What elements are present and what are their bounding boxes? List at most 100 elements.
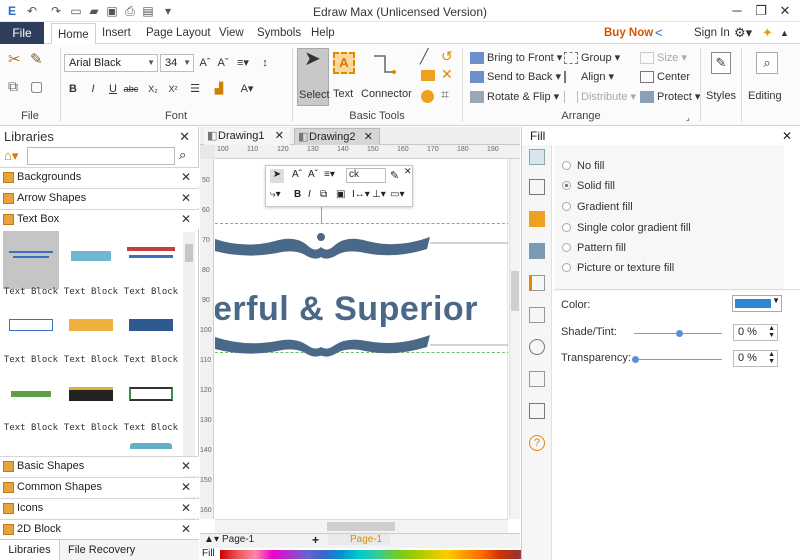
text-block-thumb[interactable] — [3, 301, 59, 359]
position-icon[interactable]: ⊥▾ — [372, 189, 386, 200]
styles-button[interactable]: ✎ Styles — [703, 48, 739, 108]
tab-page-layout[interactable]: Page Layout — [146, 22, 211, 44]
minimize-button[interactable]: ─ — [726, 2, 748, 20]
send-to-back-button[interactable]: Send to Back ▾ — [470, 69, 561, 85]
line-tool-icon[interactable]: ╱ — [420, 48, 428, 64]
fill-option-solid-fill[interactable]: Solid fill — [562, 180, 615, 192]
italic-button[interactable]: I — [84, 81, 102, 97]
fill-option-single-color-gradient[interactable]: Single color gradient fill — [562, 222, 691, 234]
format-painter-icon[interactable]: ✎ — [390, 169, 399, 182]
shade-tint-slider[interactable] — [634, 330, 722, 337]
text-block-thumb[interactable] — [123, 371, 179, 429]
category-2d-block[interactable]: 2D Block ✕ — [0, 519, 199, 539]
align-menu-icon[interactable]: ≡▾ — [234, 55, 252, 71]
transparency-slider[interactable] — [632, 356, 722, 363]
crop-tool-icon[interactable]: ⌗ — [441, 86, 449, 102]
library-search-input[interactable] — [27, 147, 175, 165]
text-spacing-icon[interactable]: ↕ — [256, 55, 274, 71]
scrollbar-thumb[interactable] — [185, 244, 193, 262]
close-category-icon[interactable]: ✕ — [181, 480, 191, 494]
paste-icon[interactable]: ▢ — [30, 78, 43, 94]
fill-option-pattern-fill[interactable]: Pattern fill — [562, 242, 626, 254]
tab-help[interactable]: Help — [311, 22, 335, 44]
collapse-ribbon-icon[interactable]: ▲ — [780, 22, 789, 44]
align-icon[interactable]: ≡▾ — [324, 169, 335, 180]
category-text-box[interactable]: Text Box ✕ — [0, 209, 199, 229]
drawing-page[interactable]: erful & Superior ➤ Aˆ Aˇ ≡▾ ck ✎ ✕ ⤷▾ B … — [215, 159, 508, 519]
attachment-icon[interactable] — [529, 371, 545, 387]
connector-tool-button[interactable]: Connector — [361, 48, 412, 106]
close-category-icon[interactable]: ✕ — [181, 522, 191, 536]
restore-button[interactable]: ❐ — [750, 2, 772, 20]
arc-tool-icon[interactable]: ↺ — [441, 48, 453, 64]
add-page-icon[interactable]: + — [312, 533, 319, 547]
italic-button[interactable]: I — [308, 189, 311, 200]
close-libraries-icon[interactable]: ✕ — [179, 129, 190, 145]
text-block-thumb[interactable] — [3, 371, 59, 429]
increase-font-icon[interactable]: Aˆ — [292, 169, 302, 180]
close-category-icon[interactable]: ✕ — [181, 191, 191, 205]
close-category-icon[interactable]: ✕ — [181, 212, 191, 226]
bring-to-front-button[interactable]: Bring to Front ▾ — [470, 50, 562, 66]
decrease-font-icon[interactable]: Aˇ — [308, 169, 318, 180]
tab-file[interactable]: File — [0, 22, 44, 44]
close-toolbar-icon[interactable]: ✕ — [404, 166, 412, 177]
pointer-icon[interactable]: ➤ — [270, 169, 284, 183]
strikethrough-button[interactable]: abc — [122, 81, 140, 97]
hyperlink-globe-icon[interactable] — [529, 339, 545, 355]
superscript-button[interactable]: X² — [164, 81, 182, 97]
tab-libraries[interactable]: Libraries — [0, 540, 60, 560]
canvas-horizontal-scrollbar[interactable] — [215, 519, 508, 533]
style-icon[interactable]: ▭▾ — [390, 189, 404, 200]
close-tab-icon[interactable]: ✕ — [275, 128, 284, 144]
close-category-icon[interactable]: ✕ — [181, 170, 191, 184]
protect-button[interactable]: Protect ▾ — [640, 89, 700, 105]
spin-arrows-icon[interactable]: ▲ ▼ — [768, 325, 775, 339]
slider-knob[interactable] — [676, 330, 683, 337]
rectangle-tool-icon[interactable] — [421, 70, 435, 81]
decrease-font-icon[interactable]: Aˇ — [214, 55, 232, 71]
connector-icon[interactable]: ⤷▾ — [270, 189, 281, 200]
size-button[interactable]: Size ▾ — [640, 50, 687, 66]
image-icon[interactable] — [529, 243, 545, 259]
editing-button[interactable]: ⌕ Editing — [744, 48, 794, 108]
active-page-tab[interactable]: Page-1 — [328, 534, 391, 545]
scrollbar-thumb[interactable] — [327, 522, 395, 531]
font-color-icon[interactable]: A▾ — [238, 81, 256, 97]
settings-gear-icon[interactable]: ⚙▾ — [734, 22, 752, 44]
text-block-thumb[interactable] — [123, 231, 179, 289]
tab-home[interactable]: Home — [51, 23, 96, 45]
buy-now-link[interactable]: Buy Now — [604, 22, 653, 44]
search-icon[interactable]: ⌕ — [179, 147, 186, 163]
text-block-thumb[interactable] — [63, 231, 119, 289]
spin-arrows-icon[interactable]: ▲ ▼ — [768, 351, 775, 365]
category-basic-shapes[interactable]: Basic Shapes ✕ — [0, 456, 199, 476]
tab-file-recovery[interactable]: File Recovery — [68, 540, 135, 560]
text-align-icon[interactable]: I↔▾ — [352, 189, 370, 200]
library-home-icon[interactable]: ⌂▾ — [4, 148, 18, 164]
color-picker[interactable]: ▼ — [732, 295, 782, 312]
font-name-select[interactable]: Arial Black ▼ — [64, 54, 158, 72]
tab-symbols[interactable]: Symbols — [257, 22, 301, 44]
close-category-icon[interactable]: ✕ — [181, 501, 191, 515]
fill-option-picture-texture[interactable]: Picture or texture fill — [562, 262, 674, 274]
sign-in-link[interactable]: Sign In — [694, 22, 730, 44]
bullets-icon[interactable]: ☰ — [186, 81, 204, 97]
transparency-input[interactable]: 0 % ▲ ▼ — [733, 350, 778, 367]
center-button[interactable]: Center — [640, 69, 690, 85]
subscript-button[interactable]: X₂ — [144, 81, 162, 97]
canvas-vertical-scrollbar[interactable] — [509, 159, 520, 519]
group-button[interactable]: Group ▾ — [564, 50, 620, 66]
shade-tint-input[interactable]: 0 % ▲ ▼ — [733, 324, 778, 341]
font-size-select[interactable]: 34 ▼ — [160, 54, 194, 72]
tab-view[interactable]: View — [219, 22, 244, 44]
fill-option-no-fill[interactable]: No fill — [562, 160, 605, 172]
line-style-icon[interactable] — [529, 179, 545, 195]
copy-icon[interactable]: ⧉ — [8, 78, 18, 94]
scrollbar-thumb[interactable] — [511, 271, 519, 311]
theme-icon[interactable]: ✦ — [762, 22, 773, 44]
category-backgrounds[interactable]: Backgrounds ✕ — [0, 167, 199, 187]
ellipse-tool-icon[interactable] — [421, 90, 434, 103]
comment-icon[interactable] — [529, 403, 545, 419]
slider-knob[interactable] — [632, 356, 639, 363]
